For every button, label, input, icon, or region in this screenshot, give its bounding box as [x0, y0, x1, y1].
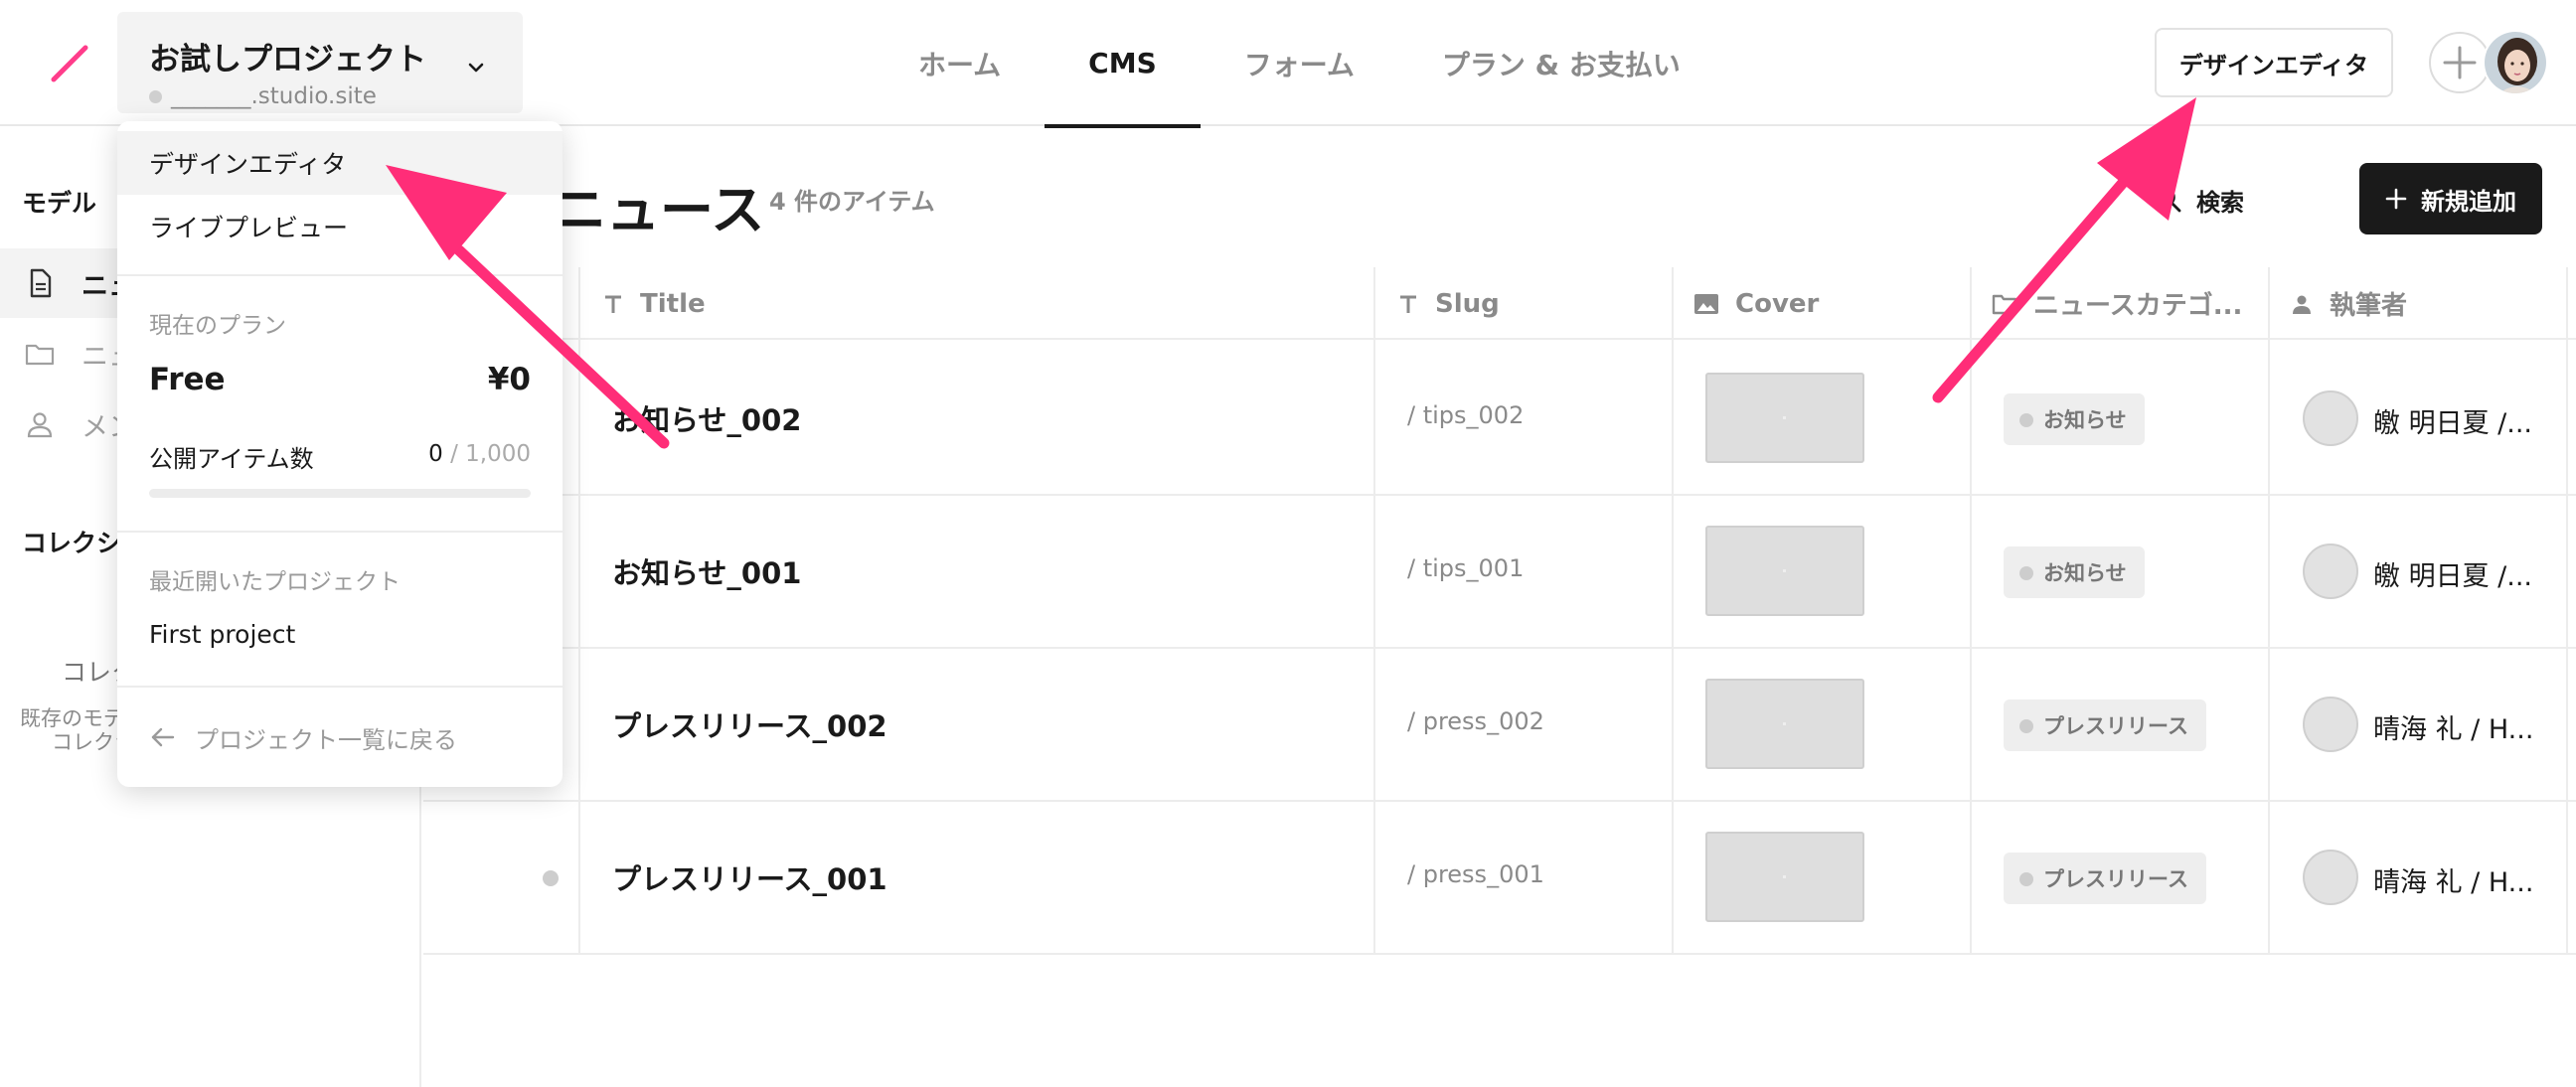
column-divider — [1373, 267, 1375, 955]
project-name: お試しプロジェクト — [149, 42, 426, 78]
add-item-button[interactable]: 新規追加 — [2359, 163, 2542, 234]
page-title: ニュース — [553, 179, 765, 241]
column-header-author[interactable]: 執筆者 — [2290, 267, 2558, 340]
column-divider — [2268, 267, 2270, 955]
recent-projects-label: 最近開いたプロジェクト — [149, 569, 401, 595]
row-title: お知らせ_001 — [612, 556, 802, 590]
column-header-news-category[interactable]: ニュースカテゴ... — [1992, 267, 2260, 340]
row-slug: / tips_002 — [1407, 401, 1525, 429]
row-author: 皦 明日夏 /... — [2373, 408, 2533, 439]
search-icon — [2157, 188, 2181, 213]
item-count: 4 件のアイテム — [769, 188, 935, 216]
tab-home[interactable]: ホーム — [875, 0, 1045, 126]
main-nav: ホーム CMS フォーム プラン & お支払い — [875, 0, 1724, 128]
menu-divider — [117, 274, 563, 276]
row-category-badge: お知らせ — [2004, 393, 2145, 445]
project-dropdown-menu: デザインエディタ ライブプレビュー 現在のプラン Free ¥0 公開アイテム数… — [117, 121, 563, 787]
author-avatar — [2303, 697, 2358, 752]
sidebar-models-title: モデル — [22, 189, 97, 218]
column-divider — [1672, 267, 1674, 955]
row-category-badge: プレスリリース — [2004, 699, 2206, 751]
text-icon — [605, 295, 621, 313]
row-title: プレスリリース_002 — [612, 709, 887, 743]
plus-icon — [2385, 188, 2407, 210]
tab-plan-billing[interactable]: プラン & お支払い — [1398, 0, 1724, 126]
author-avatar — [2303, 850, 2358, 905]
arrow-left-icon — [151, 727, 175, 747]
document-icon — [30, 268, 52, 298]
studio-logo-icon[interactable] — [48, 42, 91, 85]
column-header-title[interactable]: Title — [602, 267, 1199, 340]
tab-forms[interactable]: フォーム — [1201, 0, 1398, 126]
folder-icon — [1992, 294, 2017, 314]
design-editor-button[interactable]: デザインエディタ — [2155, 28, 2393, 97]
user-avatar[interactable] — [2483, 30, 2548, 95]
plan-price: ¥0 — [487, 362, 531, 397]
row-author: 晴海 礼 / H... — [2373, 714, 2534, 745]
search-button[interactable]: 検索 — [2155, 180, 2244, 220]
add-item-label: 新規追加 — [2421, 187, 2516, 216]
menu-divider — [117, 531, 563, 533]
row-cover-thumbnail — [1705, 526, 1864, 616]
tab-cms[interactable]: CMS — [1045, 0, 1201, 128]
table-row[interactable]: お知らせ_002 / tips_002 お知らせ 皦 明日夏 /... — [423, 342, 2576, 496]
row-slug: / press_001 — [1407, 860, 1544, 888]
add-member-button[interactable] — [2429, 32, 2491, 93]
column-divider — [2566, 267, 2568, 955]
avatar-image — [2485, 32, 2546, 93]
menu-divider — [117, 686, 563, 688]
table-row[interactable]: プレスリリース_001 / press_001 プレスリリース 晴海 礼 / H… — [423, 801, 2576, 955]
plus-icon — [2443, 46, 2477, 79]
row-title: お知らせ_002 — [612, 403, 802, 437]
project-switcher[interactable]: お試しプロジェクト _______.studio.site — [117, 12, 523, 113]
folder-icon — [25, 344, 55, 366]
search-label: 検索 — [2196, 188, 2244, 217]
row-cover-thumbnail — [1705, 679, 1864, 769]
plan-name: Free — [149, 362, 226, 397]
author-avatar — [2303, 544, 2358, 599]
current-plan-label: 現在のプラン — [149, 313, 286, 339]
chevron-down-icon — [468, 63, 484, 73]
row-category-badge: お知らせ — [2004, 546, 2145, 598]
menu-item-design-editor[interactable]: デザインエディタ — [117, 131, 563, 195]
column-divider — [578, 267, 580, 955]
person-icon — [27, 412, 53, 438]
draft-status-dot — [543, 870, 559, 886]
image-icon — [1694, 293, 1718, 314]
row-slug: / tips_001 — [1407, 554, 1525, 582]
person-icon — [2293, 295, 2311, 314]
back-to-projects-link[interactable]: プロジェクト一覧に戻る — [149, 717, 457, 757]
row-slug: / press_002 — [1407, 707, 1544, 735]
row-cover-thumbnail — [1705, 373, 1864, 463]
recent-project-item[interactable]: First project — [117, 602, 563, 666]
main-content: ニュース 4 件のアイテム 検索 新規追加 Title Slug Cover ニ… — [423, 128, 2576, 1087]
published-items-label: 公開アイテム数 — [149, 445, 314, 473]
row-title: プレスリリース_001 — [612, 862, 887, 896]
menu-item-live-preview[interactable]: ライブプレビュー — [117, 195, 563, 258]
table-row[interactable]: プレスリリース_002 / press_002 プレスリリース 晴海 礼 / H… — [423, 648, 2576, 802]
row-author: 晴海 礼 / H... — [2373, 867, 2534, 898]
column-header-slug[interactable]: Slug — [1397, 267, 1666, 340]
published-items-value: 0 / 1,000 — [428, 441, 531, 467]
top-bar: お試しプロジェクト _______.studio.site ホーム CMS フォ… — [0, 0, 2576, 128]
project-domain: _______.studio.site — [171, 83, 377, 109]
site-status-dot — [149, 90, 162, 103]
row-author: 皦 明日夏 /... — [2373, 561, 2533, 592]
column-header-cover[interactable]: Cover — [1693, 267, 1962, 340]
row-category-badge: プレスリリース — [2004, 853, 2206, 904]
table-header: Title Slug Cover ニュースカテゴ... 執筆者 — [423, 267, 2576, 340]
author-avatar — [2303, 390, 2358, 446]
row-cover-thumbnail — [1705, 832, 1864, 922]
table-row[interactable]: お知らせ_001 / tips_001 お知らせ 皦 明日夏 /... — [423, 495, 2576, 649]
text-icon — [1400, 295, 1416, 313]
published-items-progress — [149, 489, 531, 498]
column-divider — [1970, 267, 1972, 955]
